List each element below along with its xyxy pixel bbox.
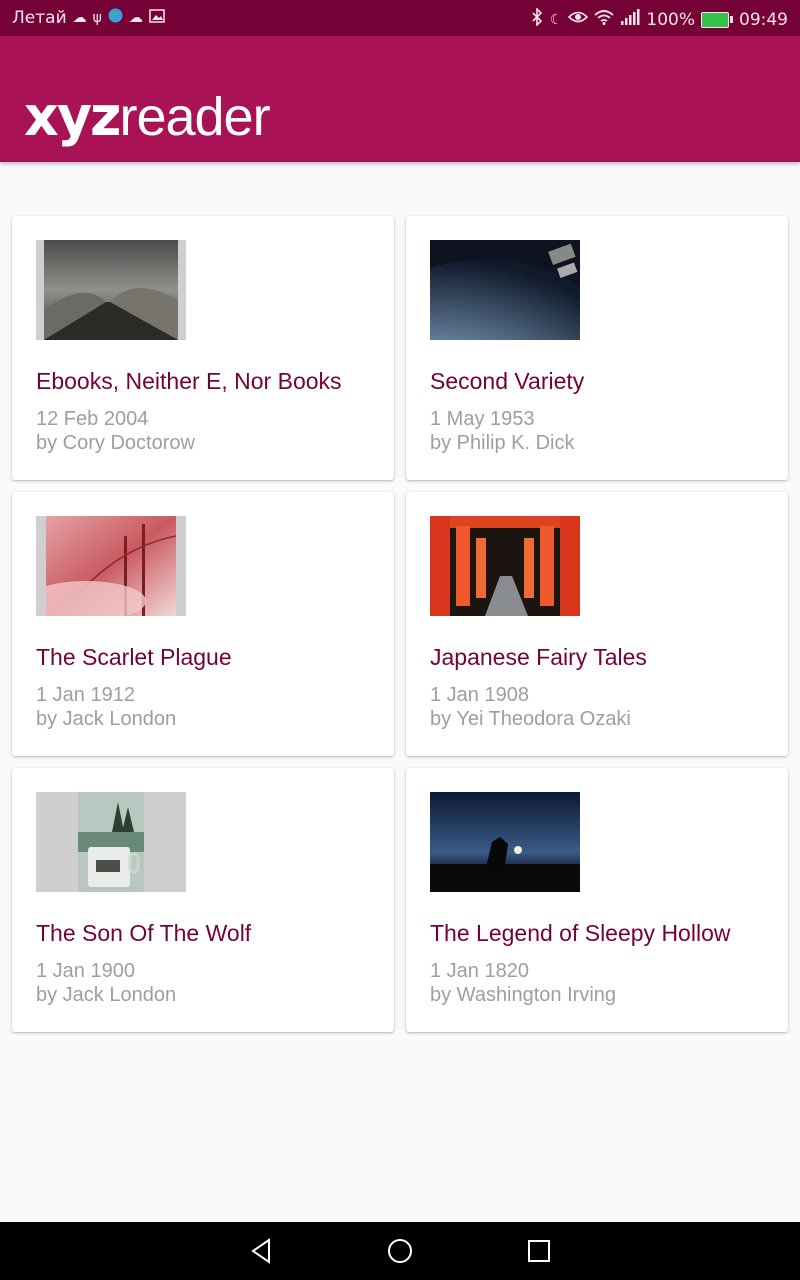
article-card[interactable]: The Scarlet Plague 1 Jan 1912 by Jack Lo…	[12, 492, 394, 756]
article-title: Second Variety	[430, 368, 585, 394]
article-author: by Cory Doctorow	[36, 432, 195, 454]
article-thumbnail	[430, 516, 580, 616]
article-thumbnail	[430, 240, 580, 340]
usb-icon: ψ	[92, 10, 102, 26]
app-bar: xyzreader	[0, 36, 800, 162]
article-date: 1 Jan 1820	[430, 960, 529, 982]
logo-light-text: reader	[119, 87, 270, 147]
article-author: by Philip K. Dick	[430, 432, 575, 454]
signal-icon	[620, 9, 640, 30]
eye-icon	[568, 10, 589, 29]
cloud-icon: ☁	[72, 10, 87, 26]
article-author: by Jack London	[36, 984, 177, 1006]
bluetooth-icon	[530, 7, 544, 31]
article-card[interactable]: The Son Of The Wolf 1 Jan 1900 by Jack L…	[12, 768, 394, 1032]
article-date: 1 May 1953	[430, 408, 535, 430]
article-author: by Washington Irving	[430, 984, 617, 1006]
logo-bold-text: xyz	[24, 85, 121, 148]
clock: 09:49	[739, 9, 788, 30]
home-icon	[388, 1239, 412, 1263]
article-card[interactable]: The Legend of Sleepy Hollow 1 Jan 1820 b…	[406, 768, 788, 1032]
article-thumbnail	[36, 240, 186, 340]
article-thumbnail	[36, 516, 186, 616]
article-date: 1 Jan 1908	[430, 684, 529, 706]
battery-icon	[701, 11, 733, 28]
back-icon	[251, 1238, 270, 1264]
article-author: by Jack London	[36, 708, 177, 730]
article-grid: Ebooks, Neither E, Nor Books 12 Feb 2004…	[12, 216, 788, 1032]
article-title: The Legend of Sleepy Hollow	[430, 920, 731, 946]
battery-percent: 100%	[646, 9, 695, 30]
moon-icon: ☾	[549, 11, 563, 28]
article-author: by Yei Theodora Ozaki	[430, 708, 631, 730]
article-title: The Son Of The Wolf	[36, 920, 252, 946]
back-button[interactable]	[246, 1236, 276, 1266]
article-title: Ebooks, Neither E, Nor Books	[36, 368, 342, 394]
article-date: 1 Jan 1912	[36, 684, 135, 706]
home-button[interactable]	[385, 1236, 415, 1266]
article-date: 1 Jan 1900	[36, 960, 135, 982]
app-logo: xyzreader	[24, 87, 271, 147]
recents-button[interactable]	[524, 1236, 554, 1266]
article-card[interactable]: Ebooks, Neither E, Nor Books 12 Feb 2004…	[12, 216, 394, 480]
article-title: The Scarlet Plague	[36, 644, 232, 670]
globe-icon	[108, 8, 123, 28]
status-bar: Летай ☁ ψ ☁ ☾ 100% 09:49	[0, 0, 800, 36]
image-icon	[149, 8, 165, 28]
navigation-bar	[0, 1222, 800, 1280]
cloud-icon: ☁	[128, 10, 143, 26]
wifi-icon	[594, 9, 614, 30]
article-date: 12 Feb 2004	[36, 408, 149, 430]
article-card[interactable]: Second Variety 1 May 1953 by Philip K. D…	[406, 216, 788, 480]
article-title: Japanese Fairy Tales	[430, 644, 647, 670]
carrier-label: Летай	[12, 8, 67, 28]
recents-icon	[528, 1240, 550, 1262]
article-card[interactable]: Japanese Fairy Tales 1 Jan 1908 by Yei T…	[406, 492, 788, 756]
article-thumbnail	[36, 792, 186, 892]
article-thumbnail	[430, 792, 580, 892]
